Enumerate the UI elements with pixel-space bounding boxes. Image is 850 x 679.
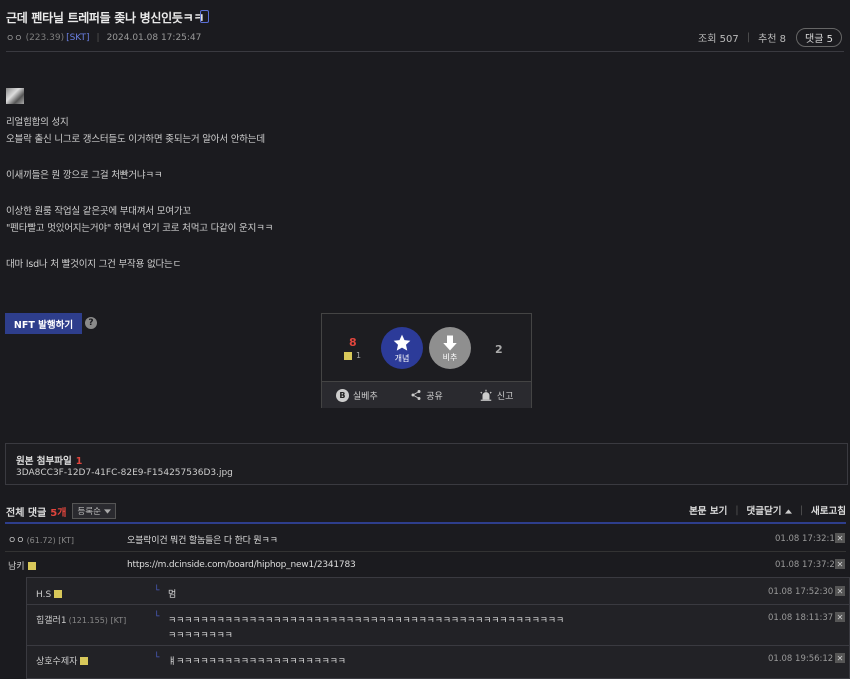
pen-icon bbox=[27, 562, 36, 570]
meta-divider: | bbox=[96, 32, 100, 43]
author-nick[interactable]: ㅇㅇ bbox=[6, 31, 23, 44]
comments-header: 전체 댓글 5개 등록순 bbox=[6, 503, 116, 519]
attachment-count: 1 bbox=[75, 456, 83, 467]
attachment-title: 원본 첨부파일 1 bbox=[16, 456, 83, 467]
share-icon bbox=[411, 390, 421, 400]
body-line: 이상한 원룸 작업실 같은곳에 부대껴서 모여가꼬 bbox=[6, 206, 191, 217]
comment-count-button[interactable]: 댓글 5 bbox=[796, 28, 842, 47]
comment-author[interactable]: 남키 bbox=[8, 559, 36, 572]
reply-date: 01.08 18:11:37 bbox=[768, 613, 834, 623]
fixed-upvote-count: 1 bbox=[344, 351, 361, 360]
reply-date: 01.08 19:56:12 bbox=[768, 654, 834, 664]
delete-reply-icon[interactable]: ✕ bbox=[835, 586, 845, 596]
silbe-recommend-button[interactable]: B 실베추 bbox=[322, 382, 392, 408]
reply-divider bbox=[27, 604, 849, 605]
reply-list: H.S └ 멈 01.08 17:52:30 ✕ 힙갤러1 (121.155) [… bbox=[26, 577, 850, 679]
reply-author[interactable]: 상호수제자 bbox=[36, 654, 89, 667]
attachment-file-link[interactable]: 3DA8CC3F-12D7-41FC-82E9-F154257536D3.jpg bbox=[16, 468, 233, 478]
comment-date: 01.08 17:37:20 bbox=[775, 560, 841, 570]
delete-comment-icon[interactable]: ✕ bbox=[835, 533, 845, 543]
body-line: 대마 lsd나 처 빨것이지 그건 부작용 없다는ㄷ bbox=[6, 259, 182, 270]
delete-reply-icon[interactable]: ✕ bbox=[835, 653, 845, 663]
delete-reply-icon[interactable]: ✕ bbox=[835, 612, 845, 622]
reply-indicator-icon: └ bbox=[154, 612, 160, 622]
post-meta: ㅇㅇ (223.39) [SKT] | 2024.01.08 17:25:47 bbox=[6, 31, 202, 45]
share-button[interactable]: 공유 bbox=[392, 382, 462, 408]
comment-divider bbox=[5, 551, 846, 552]
comment-text: 오블락이건 뭐건 할놈들은 다 한다 뭔ㅋㅋ bbox=[127, 536, 278, 546]
reply-text: ㅒㅋㅋㅋㅋㅋㅋㅋㅋㅋㅋㅋㅋㅋㅋㅋㅋㅋㅋㅋㅋㅋ bbox=[168, 657, 346, 667]
view-count: 조회 507 bbox=[698, 34, 739, 45]
chevron-up-icon bbox=[784, 509, 792, 514]
comment-author[interactable]: ㅇㅇ (61.72) [KT] bbox=[8, 533, 74, 546]
upvote-count: 8 bbox=[349, 336, 357, 349]
post-datetime: 2024.01.08 17:25:47 bbox=[106, 32, 202, 43]
pen-icon bbox=[80, 657, 89, 665]
body-line: 이새끼들은 뭔 깡으로 그걸 처빤거냐ㅋㅋ bbox=[6, 170, 163, 181]
comments-top-rule bbox=[5, 522, 846, 524]
mobile-icon bbox=[200, 10, 209, 23]
nft-issue-button[interactable]: NFT 발행하기 bbox=[5, 313, 82, 334]
reply-author[interactable]: 힙갤러1 (121.155) [KT] bbox=[36, 613, 126, 626]
comment-sort-dropdown[interactable]: 등록순 bbox=[72, 503, 116, 519]
view-post-button[interactable]: 본문 보기 bbox=[689, 503, 727, 517]
reply-indicator-icon: └ bbox=[154, 586, 160, 596]
body-line: "펜타빨고 멋있어지는거야" 하면서 연기 코로 처먹고 다같이 운지ㅋㅋ bbox=[6, 223, 274, 234]
close-comments-button[interactable]: 댓글닫기 bbox=[747, 503, 792, 517]
reply-divider bbox=[27, 645, 849, 646]
attachment-box: 원본 첨부파일 1 3DA8CC3F-12D7-41FC-82E9-F154257… bbox=[5, 443, 848, 485]
reply-text: ㅋㅋㅋㅋㅋㅋㅋㅋㅋㅋㅋㅋㅋㅋㅋㅋㅋㅋㅋㅋㅋㅋㅋㅋㅋㅋㅋㅋㅋㅋㅋㅋㅋㅋㅋㅋㅋㅋㅋㅋ… bbox=[168, 616, 564, 626]
comments-controls: 본문 보기 | 댓글닫기 | 새로고침 bbox=[689, 503, 846, 518]
body-line: 오블락 출신 니그로 갱스터들도 이거하면 좆되는거 알아서 안하는데 bbox=[6, 134, 265, 145]
author-ip: (223.39) bbox=[25, 32, 65, 43]
upvote-label: 개념 bbox=[394, 353, 410, 363]
comment-date: 01.08 17:32:18 bbox=[775, 534, 841, 544]
delete-comment-icon[interactable]: ✕ bbox=[835, 559, 845, 569]
reply-indicator-icon: └ bbox=[154, 653, 160, 663]
question-icon[interactable]: ? bbox=[85, 317, 97, 329]
downvote-count: 2 bbox=[495, 343, 503, 356]
downvote-button[interactable]: 비추 bbox=[429, 327, 471, 369]
star-icon bbox=[393, 334, 411, 351]
vote-action-bar: B 실베추 공유 신고 bbox=[322, 381, 531, 408]
comments-label: 전체 댓글 bbox=[6, 507, 47, 519]
upvote-button[interactable]: 개념 bbox=[381, 327, 423, 369]
siren-icon bbox=[480, 389, 492, 401]
reply-text: 멈 bbox=[168, 590, 177, 600]
header-divider bbox=[6, 51, 844, 52]
pen-icon bbox=[54, 590, 63, 598]
reply-author[interactable]: H.S bbox=[36, 587, 63, 600]
comments-total: 5개 bbox=[50, 507, 67, 519]
author-carrier: [SKT] bbox=[66, 32, 90, 43]
post-title: 근데 펜타닐 트레퍼들 좆나 병신인듯ㅋㅋ bbox=[6, 11, 205, 25]
comment-text[interactable]: https://m.dcinside.com/board/hiphop_new1… bbox=[127, 560, 356, 570]
arrow-down-icon bbox=[443, 335, 457, 350]
post-image-thumbnail[interactable] bbox=[6, 88, 24, 104]
report-button[interactable]: 신고 bbox=[461, 382, 531, 408]
b-badge-icon: B bbox=[335, 388, 349, 402]
stats-divider: | bbox=[746, 32, 751, 43]
post-stats: 조회 507 | 추천 8 댓글 5 bbox=[698, 28, 842, 47]
reply-date: 01.08 17:52:30 bbox=[768, 587, 834, 597]
refresh-button[interactable]: 새로고침 bbox=[811, 503, 846, 517]
recommend-count: 추천 8 bbox=[758, 34, 787, 45]
chevron-down-icon bbox=[103, 508, 111, 514]
body-line: 리얼힙합의 성지 bbox=[6, 117, 69, 128]
pen-icon bbox=[344, 351, 352, 360]
downvote-label: 비추 bbox=[442, 352, 458, 362]
vote-box: 8 1 개념 비추 2 B 실베추 공유 신고 bbox=[321, 313, 532, 408]
reply-text-continued: ㅋㅋㅋㅋㅋㅋㅋㅋ bbox=[168, 631, 233, 641]
